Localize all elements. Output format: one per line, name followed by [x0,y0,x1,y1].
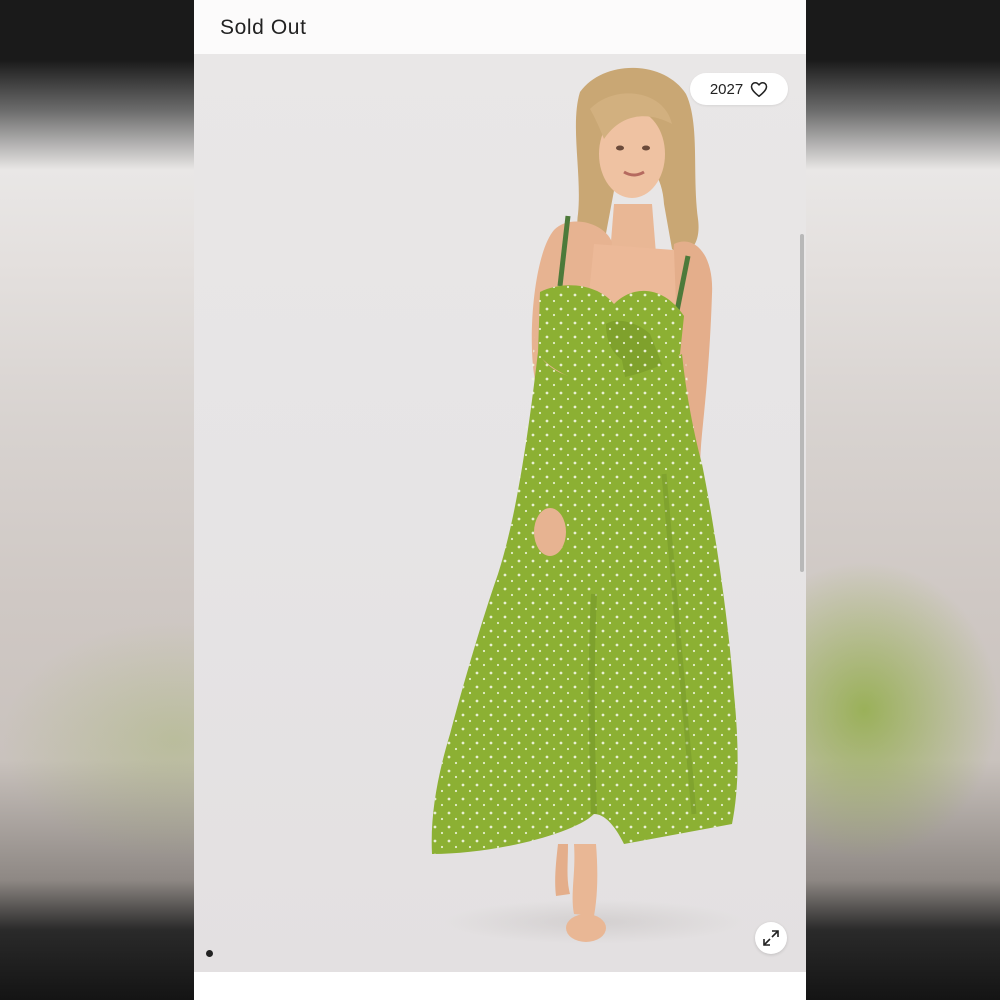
heart-outline-icon [750,81,768,97]
product-card: Sold Out 2027 [194,0,806,1000]
favorite-button[interactable]: 2027 [690,73,788,105]
bottom-strip [194,972,806,1000]
scrollbar-thumb[interactable] [800,234,804,572]
model-illustration [431,67,744,944]
favorite-count: 2027 [709,80,744,98]
expand-arrows-icon [763,930,779,946]
blurred-backdrop-right-accent [806,560,1000,860]
carousel-dot-active[interactable] [206,950,213,957]
sold-out-label: Sold Out [220,16,307,39]
product-photo[interactable]: 2027 [194,54,806,972]
blurred-backdrop-left-accent [0,620,194,860]
expand-image-button[interactable] [755,922,787,954]
status-header: Sold Out [194,0,806,54]
